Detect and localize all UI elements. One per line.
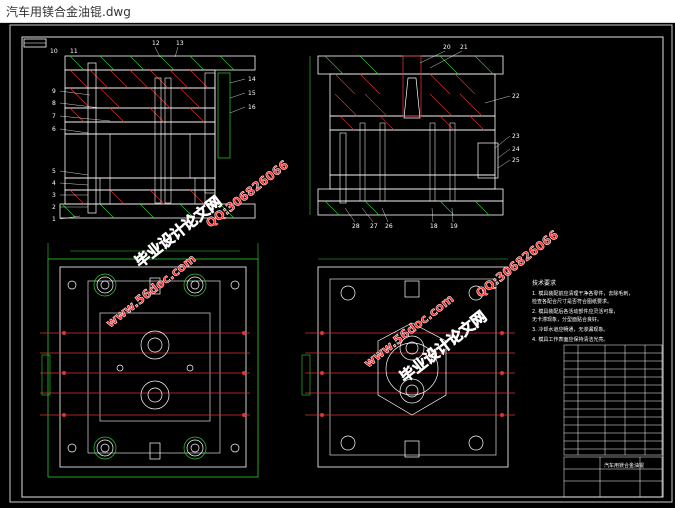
label-21: 21 (460, 44, 468, 51)
watermark-right: QQ:306826066 www.56doc.com 毕业设计论文网 (361, 227, 561, 386)
label-28: 28 (352, 223, 360, 230)
tech-heading: 技术要求 (532, 279, 556, 287)
label-19: 19 (450, 223, 458, 230)
label-26: 26 (385, 223, 393, 230)
label-27: 27 (370, 223, 378, 230)
tech-line: 1. 模具装配前应清理干净各零件，去除毛刺， (532, 290, 633, 297)
drawing-canvas[interactable]: 10 11 12 13 9 8 7 6 5 4 3 2 1 14 15 16 2… (0, 23, 675, 504)
label-12: 12 (152, 40, 160, 47)
watermark-brand: 毕业设计论文网 (396, 307, 490, 386)
label-4: 4 (52, 180, 56, 187)
technical-requirements: 技术要求 1. 模具装配前应清理干净各零件，去除毛刺， 检查各配合尺寸是否符合图… (532, 279, 633, 343)
cad-drawing: 10 11 12 13 9 8 7 6 5 4 3 2 1 14 15 16 2… (9, 24, 673, 503)
label-20: 20 (443, 44, 451, 51)
label-7: 7 (52, 113, 56, 120)
label-22: 22 (512, 93, 520, 100)
label-1: 1 (52, 216, 56, 223)
left-plan-view (40, 243, 259, 478)
right-section-view: 20 21 22 23 24 25 28 27 26 18 19 (309, 44, 520, 230)
watermark-qq: QQ:306826066 (203, 158, 291, 231)
left-section-view: 10 11 12 13 9 8 7 6 5 4 3 2 1 14 15 16 (50, 40, 256, 223)
label-3: 3 (52, 192, 56, 199)
label-25: 25 (512, 157, 520, 164)
label-13: 13 (176, 40, 184, 47)
label-10: 10 (50, 48, 58, 55)
label-9: 9 (52, 88, 56, 95)
label-24: 24 (512, 146, 520, 153)
title-block-name: 汽车用镁合金油锟 (604, 462, 644, 469)
label-23: 23 (512, 133, 520, 140)
label-18: 18 (430, 223, 438, 230)
tech-line: 无卡滞现象，分型面贴合良好。 (532, 316, 602, 323)
tech-line: 4. 模具工作表面应保持清洁光亮。 (532, 336, 608, 343)
tech-line: 检查各配合尺寸是否符合图纸要求。 (532, 298, 612, 305)
label-2: 2 (52, 204, 56, 211)
watermark-qq: QQ:306826066 (473, 228, 561, 301)
label-15: 15 (248, 90, 256, 97)
label-16: 16 (248, 104, 256, 111)
window-title: 汽车用镁合金油锟.dwg (6, 5, 131, 19)
tech-line: 3. 冷却水道应畅通，无渗漏现象。 (532, 326, 608, 333)
label-8: 8 (52, 100, 56, 107)
label-11: 11 (70, 48, 78, 55)
tech-line: 2. 模具装配后各活动部件应灵活可靠， (532, 308, 618, 315)
watermark-left: 毕业设计论文网 www.56doc.com QQ:306826066 (103, 157, 291, 330)
label-6: 6 (52, 126, 56, 133)
parts-list (563, 344, 663, 456)
label-5: 5 (52, 168, 56, 175)
window-titlebar: 汽车用镁合金油锟.dwg (0, 0, 675, 23)
outer-frame (9, 24, 673, 503)
label-14: 14 (248, 76, 256, 83)
